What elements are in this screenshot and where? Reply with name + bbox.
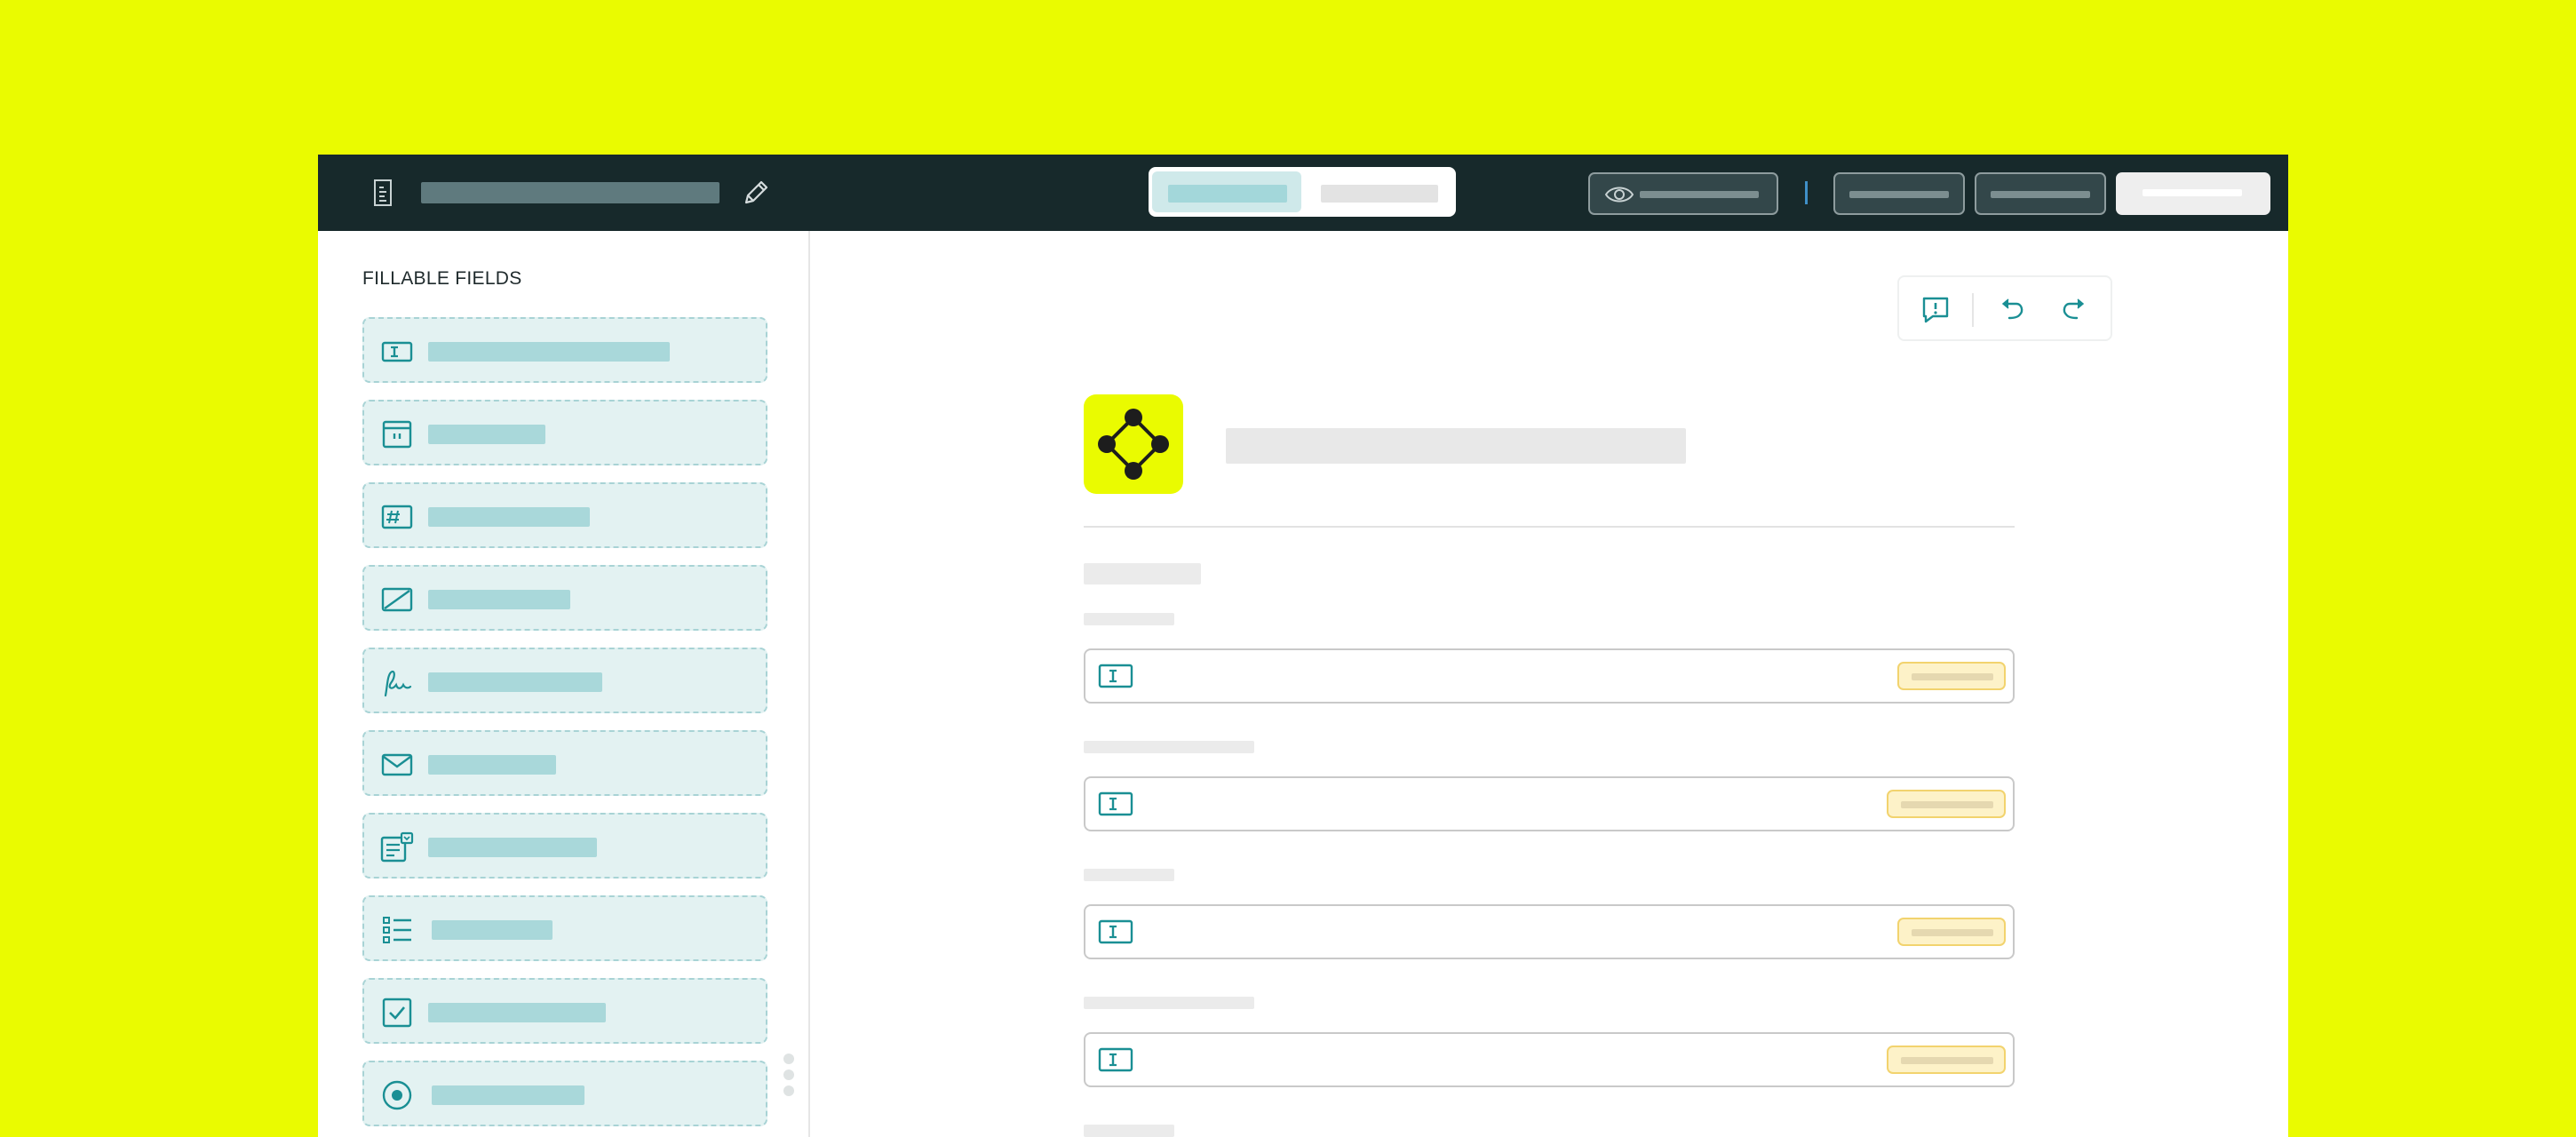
document-title-placeholder[interactable]	[421, 182, 720, 203]
preview-button[interactable]	[1588, 172, 1778, 215]
button-label-placeholder	[1849, 191, 1949, 198]
field-item-email[interactable]	[362, 730, 767, 796]
field-label-placeholder	[428, 672, 602, 692]
field-type-badge	[1897, 918, 2006, 946]
field-label-placeholder	[1084, 869, 1174, 881]
email-field-icon	[381, 753, 413, 776]
number-field-icon	[381, 505, 413, 529]
form-divider	[1084, 526, 2015, 528]
undo-icon[interactable]	[1995, 293, 2029, 327]
field-type-badge	[1897, 662, 2006, 690]
pencil-icon[interactable]	[741, 178, 771, 208]
form-text-field[interactable]	[1084, 904, 2015, 959]
checkbox-field-icon	[382, 998, 412, 1028]
field-item-radio[interactable]	[362, 1061, 767, 1126]
field-item-checkbox[interactable]	[362, 978, 767, 1044]
button-label-placeholder	[1991, 191, 2090, 198]
field-item-text[interactable]	[362, 317, 767, 383]
field-label-placeholder	[1084, 613, 1174, 625]
toolbar-button-2[interactable]	[1975, 172, 2106, 215]
section-title-placeholder	[1084, 563, 1201, 584]
app-window: FILLABLE FIELDS	[318, 155, 2288, 1137]
field-label-placeholder	[1084, 741, 1254, 753]
text-field-icon	[1098, 919, 1133, 944]
field-type-badge	[1887, 790, 2006, 818]
badge-label-placeholder	[1912, 673, 1993, 680]
form-canvas	[812, 231, 2288, 1137]
initials-field-icon	[381, 587, 413, 612]
field-item-dropdown[interactable]	[362, 813, 767, 879]
field-label-placeholder	[428, 1003, 606, 1022]
text-field-icon	[1098, 791, 1133, 816]
field-label-placeholder	[1084, 1125, 1174, 1137]
feedback-icon[interactable]	[1919, 293, 1952, 327]
field-label-placeholder	[432, 920, 553, 940]
toolbar-separator	[1972, 293, 1974, 327]
button-label-placeholder	[2143, 189, 2242, 196]
toolbar-divider	[1805, 181, 1808, 204]
field-label-placeholder	[428, 507, 590, 527]
form-text-field[interactable]	[1084, 1032, 2015, 1087]
sidebar-heading: FILLABLE FIELDS	[362, 268, 522, 289]
text-field-icon	[1098, 664, 1133, 688]
mode-toggle	[1149, 167, 1456, 217]
field-item-signature[interactable]	[362, 648, 767, 713]
field-item-initials[interactable]	[362, 565, 767, 631]
field-item-list[interactable]	[362, 895, 767, 961]
toolbar-button-1[interactable]	[1833, 172, 1965, 215]
field-label-placeholder	[432, 1085, 584, 1105]
tab-responses[interactable]	[1305, 171, 1452, 212]
badge-label-placeholder	[1912, 929, 1993, 936]
field-item-number[interactable]	[362, 482, 767, 548]
sidebar-resize-handle[interactable]	[783, 1054, 794, 1103]
badge-label-placeholder	[1901, 1057, 1993, 1064]
signature-field-icon	[384, 670, 412, 697]
form-text-field[interactable]	[1084, 648, 2015, 704]
redo-icon[interactable]	[2057, 293, 2091, 327]
form-text-field[interactable]	[1084, 776, 2015, 831]
field-label-placeholder	[1084, 997, 1254, 1009]
canvas-toolbar	[1897, 275, 2112, 341]
field-item-date[interactable]	[362, 400, 767, 465]
text-field-icon	[381, 341, 413, 362]
dropdown-field-icon	[380, 831, 414, 863]
button-label-placeholder	[1640, 191, 1759, 198]
form-logo	[1084, 394, 1183, 494]
tab-label-placeholder	[1321, 185, 1438, 203]
top-bar	[318, 155, 2288, 231]
tab-edit[interactable]	[1152, 171, 1301, 212]
field-label-placeholder	[428, 425, 545, 444]
badge-label-placeholder	[1901, 801, 1993, 808]
eye-icon	[1604, 187, 1634, 203]
field-label-placeholder	[428, 838, 597, 857]
date-field-icon	[382, 420, 412, 449]
network-diamond-logo	[1098, 409, 1169, 480]
primary-action-button[interactable]	[2116, 172, 2270, 215]
field-label-placeholder	[428, 342, 670, 362]
document-icon[interactable]	[370, 179, 396, 207]
text-field-icon	[1098, 1047, 1133, 1072]
radio-field-icon	[382, 1080, 412, 1110]
field-label-placeholder	[428, 590, 570, 609]
tab-label-placeholder	[1168, 185, 1287, 203]
field-label-placeholder	[428, 755, 556, 775]
fields-sidebar: FILLABLE FIELDS	[318, 231, 810, 1137]
form-title-placeholder[interactable]	[1226, 428, 1686, 464]
list-field-icon	[383, 917, 411, 943]
field-type-badge	[1887, 1046, 2006, 1074]
